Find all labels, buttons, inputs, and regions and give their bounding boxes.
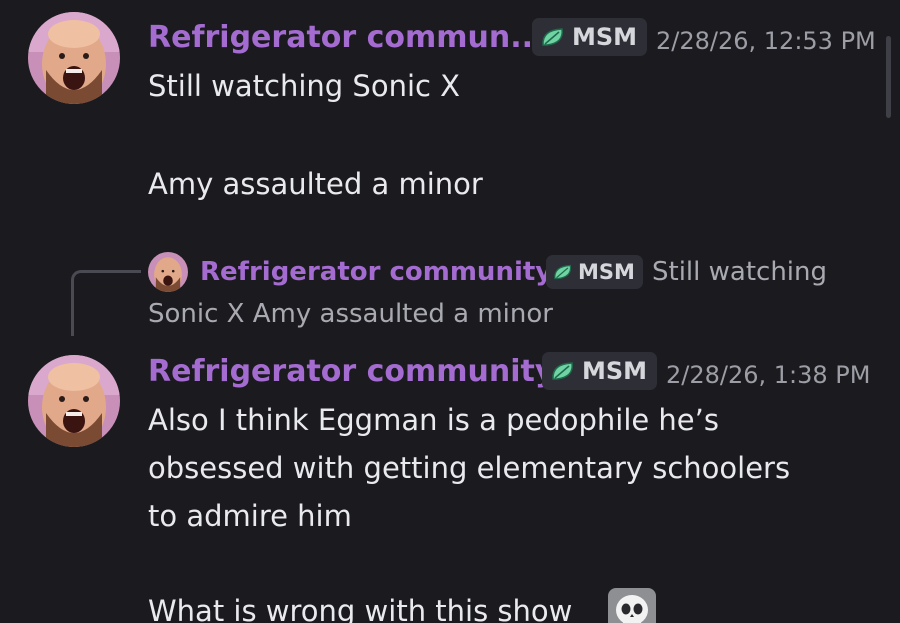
leaf-icon	[550, 360, 576, 382]
skull-emoji[interactable]	[608, 588, 656, 623]
badge-label: MSM	[578, 260, 635, 284]
reply-role-badge[interactable]: MSM	[546, 255, 643, 289]
message-text: Amy assaulted a minor	[148, 167, 483, 201]
timestamp: 2/28/26, 1:38 PM	[666, 361, 871, 389]
message-text: What is wrong with this show	[148, 594, 573, 623]
username[interactable]: Refrigerator community	[148, 354, 554, 389]
leaf-icon	[552, 263, 574, 281]
role-badge[interactable]: MSM	[542, 352, 658, 390]
avatar[interactable]	[28, 12, 120, 104]
chat-view: Refrigerator commun... MSM 2/28/26, 12:5…	[0, 0, 900, 623]
reply-connector	[71, 270, 141, 336]
message-text: obsessed with getting elementary schoole…	[148, 451, 791, 485]
badge-label: MSM	[582, 357, 648, 385]
reply-avatar[interactable]	[148, 252, 188, 292]
message-text: to admire him	[148, 499, 352, 533]
timestamp: 2/28/26, 12:53 PM	[656, 27, 876, 55]
scrollbar[interactable]	[886, 36, 891, 118]
leaf-icon	[540, 26, 566, 48]
message-text: Also I think Eggman is a pedophile he’s	[148, 403, 719, 437]
avatar[interactable]	[28, 355, 120, 447]
reply-preview-text[interactable]: Still watching	[652, 257, 827, 287]
reply-preview-text[interactable]: Sonic X Amy assaulted a minor	[148, 299, 553, 329]
message-text: Still watching Sonic X	[148, 69, 461, 103]
badge-label: MSM	[572, 23, 638, 51]
username[interactable]: Refrigerator commun...	[148, 20, 544, 55]
reply-username[interactable]: Refrigerator community	[200, 257, 552, 287]
role-badge[interactable]: MSM	[532, 18, 648, 56]
